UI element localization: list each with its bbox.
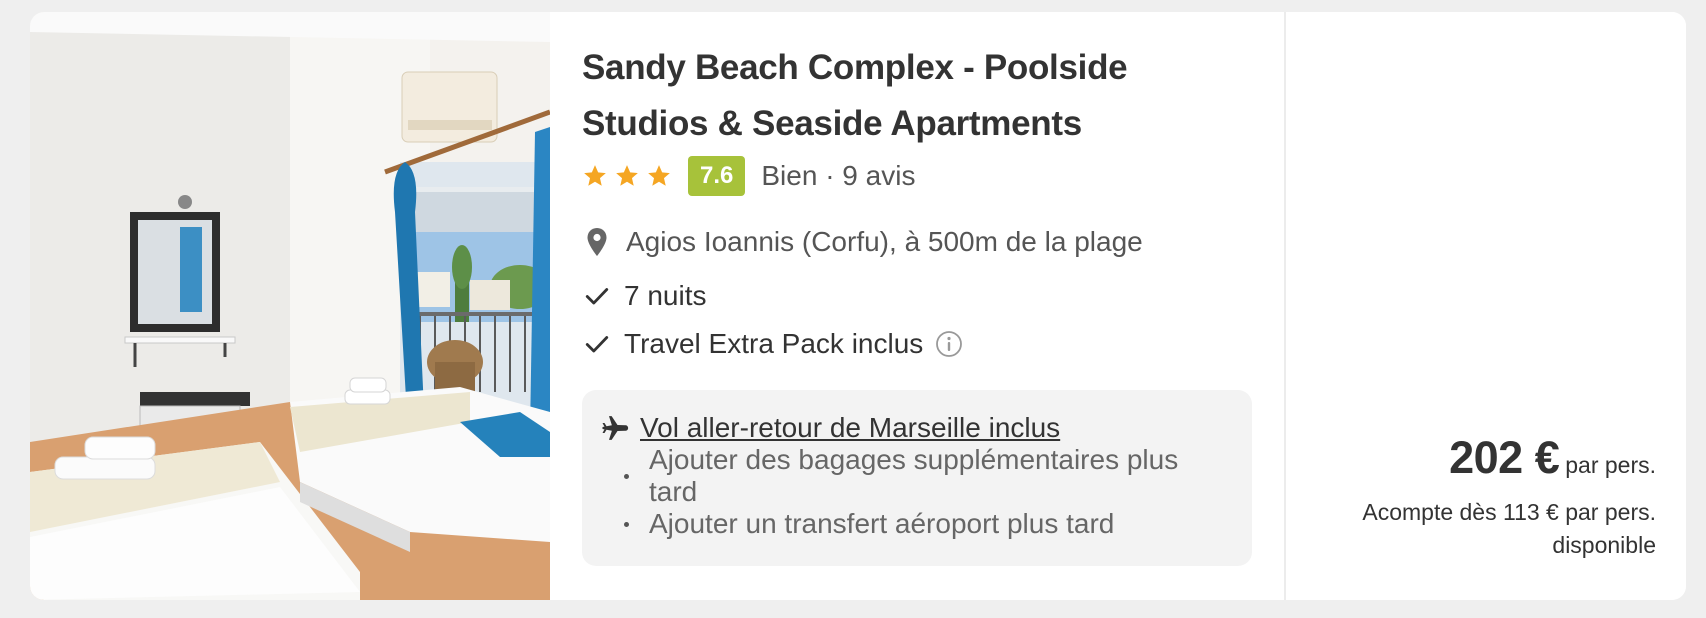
star-icon xyxy=(616,165,638,186)
flight-option-label: Ajouter un transfert aéroport plus tard xyxy=(649,508,1115,539)
star-icon xyxy=(648,165,670,186)
feature-travel-pack: Travel Extra Pack inclus xyxy=(582,324,1252,364)
deposit-text: Acompte dès 113 € par pers. disponible xyxy=(1362,499,1656,558)
check-icon xyxy=(585,288,609,305)
hotel-details: Sandy Beach Complex - Poolside Studios &… xyxy=(550,12,1284,600)
price-column[interactable]: 202 € par pers. Acompte dès 113 € par pe… xyxy=(1284,12,1686,600)
room-image xyxy=(30,12,550,600)
flight-box: Vol aller-retour de Marseille inclus Ajo… xyxy=(582,390,1252,566)
price-amount: 202 € xyxy=(1449,432,1560,483)
bullet-icon xyxy=(624,521,629,527)
rating-text[interactable]: Bien · 9 avis xyxy=(761,160,915,192)
hotel-card[interactable]: Sandy Beach Complex - Poolside Studios &… xyxy=(30,12,1686,600)
info-icon[interactable] xyxy=(935,330,963,358)
rating-row: 7.6 Bien · 9 avis xyxy=(582,152,1252,200)
feature-nights: 7 nuits xyxy=(582,276,1252,316)
price-block: 202 € par pers. Acompte dès 113 € par pe… xyxy=(1336,432,1656,562)
flight-option-transfer: Ajouter un transfert aéroport plus tard xyxy=(600,504,1234,544)
plane-icon xyxy=(602,416,629,440)
price-unit: par pers. xyxy=(1565,452,1656,478)
hotel-photo[interactable] xyxy=(30,12,550,600)
star-icon xyxy=(584,165,606,186)
flight-option-label: Ajouter des bagages supplémentaires plus… xyxy=(649,444,1179,507)
flight-link[interactable]: Vol aller-retour de Marseille inclus xyxy=(640,412,1060,444)
location-pin-icon xyxy=(587,228,607,256)
feature-label: Travel Extra Pack inclus xyxy=(624,328,924,359)
check-icon xyxy=(585,336,609,353)
flight-row: Vol aller-retour de Marseille inclus xyxy=(600,408,1234,448)
location-text: Agios Ioannis (Corfu), à 500m de la plag… xyxy=(626,226,1143,257)
feature-label: 7 nuits xyxy=(624,280,707,311)
price-line: 202 € par pers. xyxy=(1336,432,1656,484)
flight-option-baggage: Ajouter des bagages supplémentaires plus… xyxy=(600,444,1234,507)
score-badge: 7.6 xyxy=(688,156,746,196)
bullet-icon xyxy=(624,473,629,479)
hotel-name[interactable]: Sandy Beach Complex - Poolside Studios &… xyxy=(582,40,1252,152)
star-rating xyxy=(582,163,672,189)
location-row: Agios Ioannis (Corfu), à 500m de la plag… xyxy=(582,222,1252,262)
